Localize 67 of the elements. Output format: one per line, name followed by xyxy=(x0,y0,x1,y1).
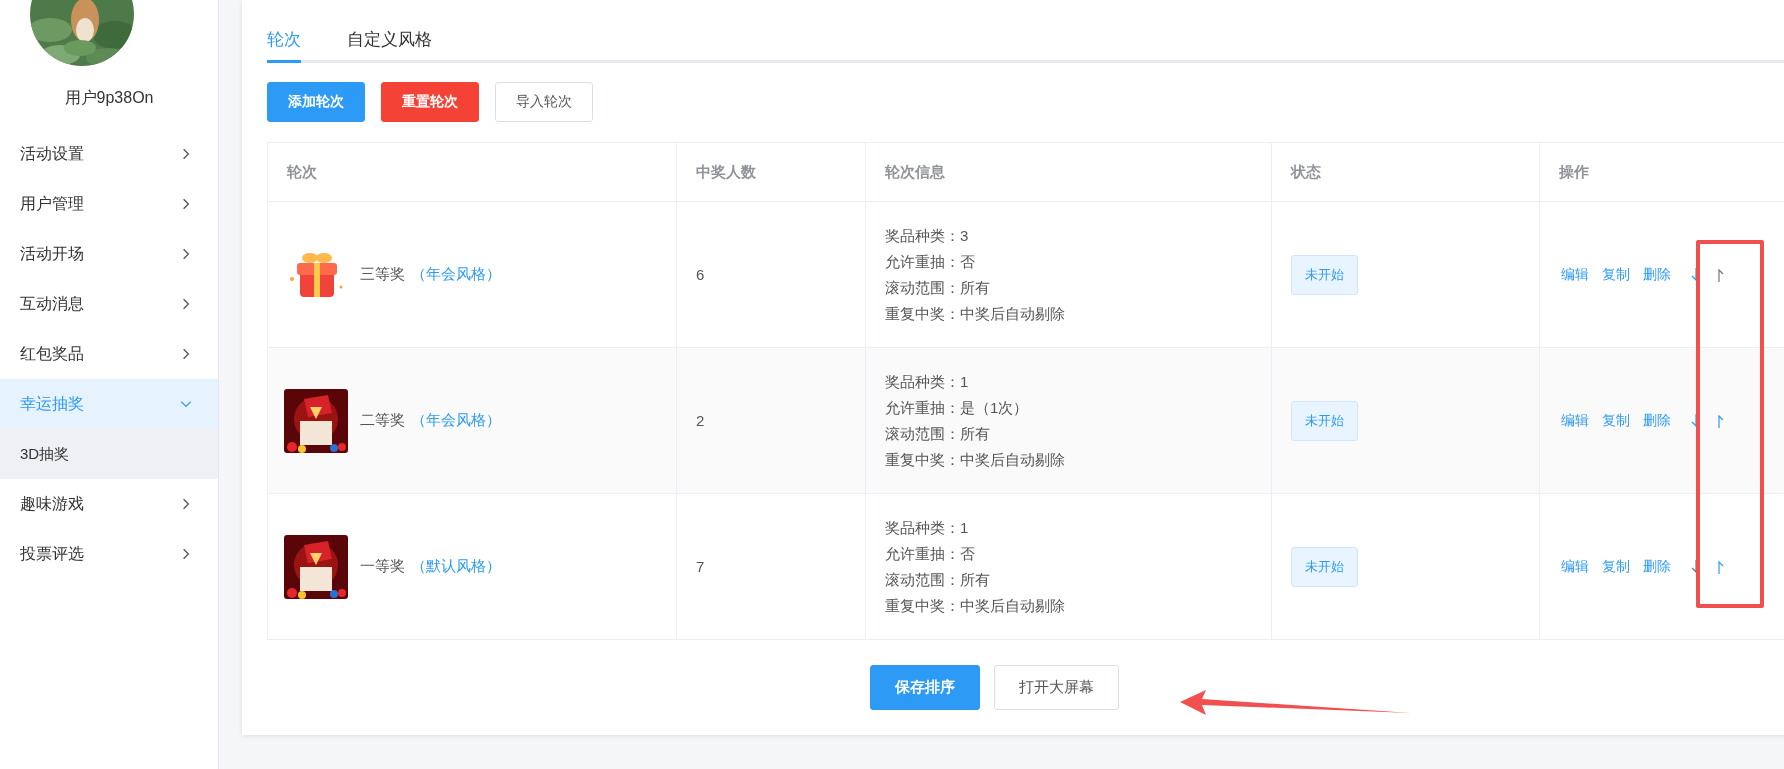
menu-item[interactable]: 活动设置 xyxy=(0,129,218,179)
action-link[interactable]: 复制 xyxy=(1602,265,1630,284)
round-name: 二等奖 xyxy=(360,411,405,430)
menu-item[interactable]: 互动消息 xyxy=(0,279,218,329)
menu-item[interactable]: 用户管理 xyxy=(0,179,218,229)
winner-count: 7 xyxy=(696,558,705,575)
round-info-line: 滚动范围：所有 xyxy=(885,569,991,590)
column-header: 操作 xyxy=(1539,142,1784,202)
move-up-icon[interactable] xyxy=(1717,558,1725,575)
column-header: 中奖人数 xyxy=(676,142,866,202)
round-info-line: 奖品种类：1 xyxy=(885,517,970,538)
round-name: 三等奖 xyxy=(360,265,405,284)
action-link[interactable]: 编辑 xyxy=(1561,265,1589,284)
action-link[interactable]: 复制 xyxy=(1602,411,1630,430)
round-info-line: 重复中奖：中奖后自动剔除 xyxy=(885,449,1066,470)
column-header: 轮次 xyxy=(267,142,677,202)
username: 用户9p38On xyxy=(64,88,154,108)
column-header: 状态 xyxy=(1271,142,1540,202)
round-name: 一等奖 xyxy=(360,557,405,576)
chevron-icon xyxy=(180,398,192,410)
winner-count: 6 xyxy=(696,266,705,283)
save-button[interactable]: 保存排序 xyxy=(870,665,980,710)
round-info-line: 奖品种类：1 xyxy=(885,371,970,392)
move-down-icon[interactable] xyxy=(1690,266,1698,283)
status-badge: 未开始 xyxy=(1291,254,1358,295)
move-down-icon[interactable] xyxy=(1690,412,1698,429)
menu-item[interactable]: 幸运抽奖 xyxy=(0,379,218,429)
menu-item[interactable]: 投票评选 xyxy=(0,529,218,579)
action-link[interactable]: 复制 xyxy=(1602,557,1630,576)
round-info-line: 允许重抽：是（1次） xyxy=(885,397,1030,418)
tab[interactable]: 轮次 xyxy=(267,22,301,63)
move-up-icon[interactable] xyxy=(1717,412,1725,429)
menu-item[interactable]: 趣味游戏 xyxy=(0,479,218,529)
action-link[interactable]: 编辑 xyxy=(1561,411,1589,430)
chevron-icon xyxy=(180,248,192,260)
round-info-line: 允许重抽：否 xyxy=(885,543,976,564)
winner-count: 2 xyxy=(696,412,705,429)
round-info-line: 允许重抽：否 xyxy=(885,251,976,272)
toolbar-button[interactable]: 导入轮次 xyxy=(495,82,593,122)
chevron-icon xyxy=(180,298,192,310)
round-info-line: 重复中奖：中奖后自动剔除 xyxy=(885,303,1066,324)
chevron-icon xyxy=(180,498,192,510)
action-link[interactable]: 删除 xyxy=(1643,265,1671,284)
round-info-line: 滚动范围：所有 xyxy=(885,423,991,444)
chevron-icon xyxy=(180,148,192,160)
action-link[interactable]: 删除 xyxy=(1643,411,1671,430)
style-link[interactable]: （年会风格） xyxy=(411,411,501,430)
round-info-line: 滚动范围：所有 xyxy=(885,277,991,298)
chevron-icon xyxy=(180,348,192,360)
status-badge: 未开始 xyxy=(1291,546,1358,587)
submenu-item[interactable]: 3D抽奖 xyxy=(0,429,218,479)
action-link[interactable]: 删除 xyxy=(1643,557,1671,576)
chevron-icon xyxy=(180,198,192,210)
style-link[interactable]: （默认风格） xyxy=(411,557,501,576)
action-link[interactable]: 编辑 xyxy=(1561,557,1589,576)
toolbar-button[interactable]: 添加轮次 xyxy=(267,82,365,122)
tab[interactable]: 自定义风格 xyxy=(347,22,432,60)
reset-button[interactable]: 重置轮次 xyxy=(381,82,479,122)
chevron-icon xyxy=(180,548,192,560)
round-info-line: 重复中奖：中奖后自动剔除 xyxy=(885,595,1066,616)
menu-item[interactable]: 红包奖品 xyxy=(0,329,218,379)
style-link[interactable]: （年会风格） xyxy=(411,265,501,284)
menu-item[interactable]: 活动开场 xyxy=(0,229,218,279)
column-header: 轮次信息 xyxy=(865,142,1272,202)
round-info-line: 奖品种类：3 xyxy=(885,225,970,246)
open-screen-button[interactable]: 打开大屏幕 xyxy=(994,665,1119,710)
status-badge: 未开始 xyxy=(1291,400,1358,441)
